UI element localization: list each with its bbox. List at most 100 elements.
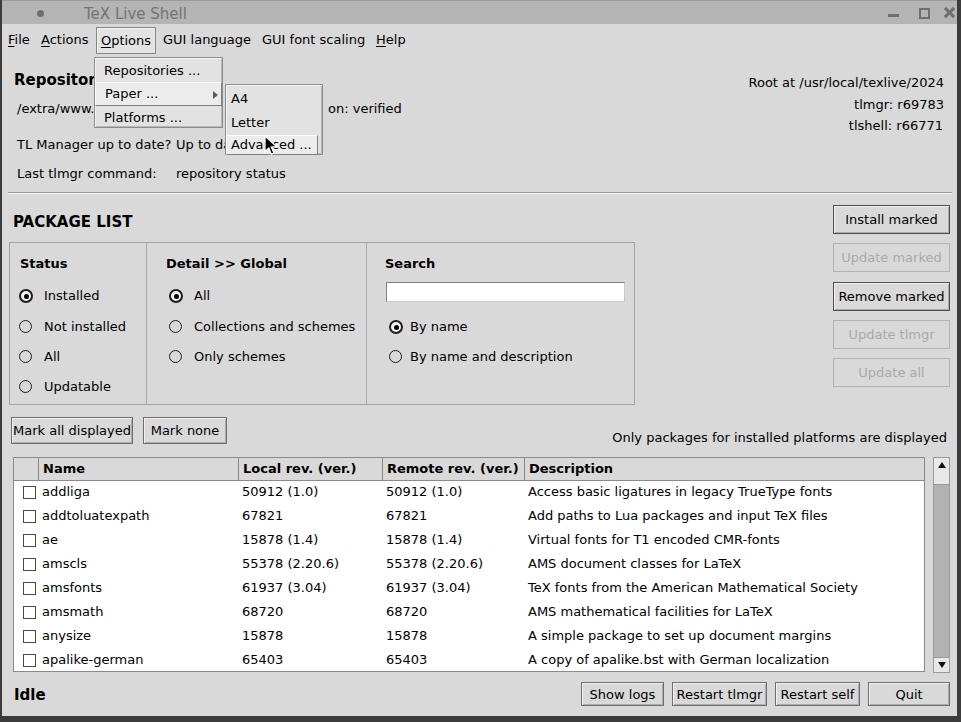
menu-actions[interactable]: Actions: [41, 24, 89, 56]
mark-all-displayed-button[interactable]: Mark all displayed: [11, 417, 133, 444]
mark-none-button[interactable]: Mark none: [143, 417, 227, 444]
radio-only-schemes-label: Only schemes: [194, 349, 286, 364]
show-logs-button[interactable]: Show logs: [581, 682, 664, 706]
package-table: Name Local rev. (ver.) Remote rev. (ver.…: [13, 457, 925, 672]
platforms-note: Only packages for installed platforms ar…: [612, 430, 947, 445]
header-name[interactable]: Name: [38, 458, 238, 480]
radio-installed[interactable]: [19, 289, 33, 303]
row-checkbox[interactable]: [23, 654, 36, 667]
window-border: [0, 0, 2, 722]
separator: [8, 192, 952, 194]
menu-item-a4[interactable]: A4: [227, 87, 323, 111]
radio-all[interactable]: [19, 350, 32, 363]
table-row[interactable]: addtoluatexpath 67821 67821 Add paths to…: [14, 504, 924, 528]
update-tlmgr-button[interactable]: Update tlmgr: [833, 320, 950, 349]
status-text: Idle: [14, 686, 46, 704]
remove-marked-button[interactable]: Remove marked: [833, 282, 950, 311]
options-menu: Repositories ... Paper ... Platforms ...: [94, 57, 223, 128]
radio-not-installed[interactable]: [19, 320, 32, 333]
menu-gui-font-scaling[interactable]: GUI font scaling: [262, 24, 365, 56]
radio-collections-schemes[interactable]: [169, 320, 182, 333]
scroll-down-icon[interactable]: [934, 657, 949, 672]
table-row[interactable]: amscls 55378 (2.20.6) 55378 (2.20.6) AMS…: [14, 552, 924, 576]
menu-gui-language[interactable]: GUI language: [163, 24, 251, 56]
window-border: [957, 0, 961, 722]
header-description[interactable]: Description: [524, 458, 924, 480]
package-list-heading: PACKAGE LIST: [13, 213, 132, 231]
radio-not-installed-label: Not installed: [44, 319, 126, 334]
last-tlmgr-command-label: Last tlmgr command:: [17, 166, 157, 181]
radio-by-name-description-label: By name and description: [410, 349, 573, 364]
menu-file[interactable]: File: [8, 24, 30, 56]
window-border: [0, 0, 961, 1]
title-bar: TeX Live Shell: [2, 1, 957, 24]
table-row[interactable]: apalike-german 65403 65403 A copy of apa…: [14, 648, 924, 672]
row-checkbox[interactable]: [23, 534, 36, 547]
scroll-up-icon[interactable]: [934, 458, 949, 473]
radio-by-name-description[interactable]: [389, 350, 402, 363]
header-checkbox-column: [14, 458, 38, 480]
repository-heading: Repository: [14, 71, 106, 89]
app-icon: [37, 10, 44, 17]
maximize-icon[interactable]: [919, 8, 930, 19]
quit-button[interactable]: Quit: [868, 682, 950, 706]
tlmgr-revision: tlmgr: r69783: [854, 97, 944, 112]
radio-all-label: All: [44, 349, 60, 364]
minimize-icon[interactable]: [888, 14, 899, 17]
repository-verification: on: verified: [328, 101, 402, 116]
scrollbar-thumb[interactable]: [934, 472, 949, 485]
radio-collections-schemes-label: Collections and schemes: [194, 319, 355, 334]
table-scrollbar[interactable]: [933, 457, 950, 673]
menu-options[interactable]: Options: [96, 27, 156, 54]
detail-title: Detail >> Global: [166, 256, 287, 271]
table-header: Name Local rev. (ver.) Remote rev. (ver.…: [14, 458, 924, 481]
restart-self-button[interactable]: Restart self: [775, 682, 860, 706]
close-icon[interactable]: [943, 7, 954, 18]
table-row[interactable]: ae 15878 (1.4) 15878 (1.4) Virtual fonts…: [14, 528, 924, 552]
tlshell-revision: tlshell: r66771: [849, 118, 943, 133]
row-checkbox[interactable]: [23, 630, 36, 643]
radio-updatable-label: Updatable: [44, 379, 111, 394]
radio-detail-all-label: All: [194, 288, 210, 303]
search-input[interactable]: [386, 282, 625, 302]
row-checkbox[interactable]: [23, 606, 36, 619]
radio-only-schemes[interactable]: [169, 350, 182, 363]
root-path: Root at /usr/local/texlive/2024: [748, 75, 944, 90]
row-checkbox[interactable]: [23, 558, 36, 571]
tl-manager-up-to-date-label: TL Manager up to date?: [17, 137, 171, 152]
install-marked-button[interactable]: Install marked: [833, 205, 950, 234]
menu-item-platforms[interactable]: Platforms ...: [96, 106, 229, 130]
table-row[interactable]: anysize 15878 15878 A simple package to …: [14, 624, 924, 648]
window: TeX Live Shell File Actions Options GUI …: [0, 0, 961, 722]
filter-panel: Status Detail >> Global Search Installed…: [9, 242, 635, 405]
radio-detail-all[interactable]: [169, 289, 183, 303]
submenu-arrow-icon: [213, 91, 218, 99]
menu-item-repositories[interactable]: Repositories ...: [96, 59, 229, 83]
update-marked-button[interactable]: Update marked: [833, 243, 950, 272]
last-tlmgr-command-value: repository status: [176, 166, 286, 181]
menu-help[interactable]: Help: [376, 24, 406, 56]
table-row[interactable]: amsmath 68720 68720 AMS mathematical fac…: [14, 600, 924, 624]
repository-url: /extra/www.: [17, 101, 94, 116]
divider: [366, 243, 367, 404]
search-title: Search: [385, 256, 435, 271]
menu-item-letter[interactable]: Letter: [227, 111, 323, 135]
header-remote-rev[interactable]: Remote rev. (ver.): [382, 458, 524, 480]
radio-updatable[interactable]: [19, 380, 32, 393]
radio-by-name[interactable]: [389, 320, 403, 334]
menu-item-paper[interactable]: Paper ...: [95, 82, 222, 106]
radio-by-name-label: By name: [410, 319, 468, 334]
restart-tlmgr-button[interactable]: Restart tlmgr: [672, 682, 767, 706]
header-local-rev[interactable]: Local rev. (ver.): [238, 458, 382, 480]
radio-installed-label: Installed: [44, 288, 99, 303]
window-title: TeX Live Shell: [84, 5, 187, 23]
mouse-cursor: [264, 135, 280, 157]
table-row[interactable]: amsfonts 61937 (3.04) 61937 (3.04) TeX f…: [14, 576, 924, 600]
update-all-button[interactable]: Update all: [833, 358, 950, 387]
window-border: [0, 716, 961, 722]
row-checkbox[interactable]: [23, 486, 36, 499]
row-checkbox[interactable]: [23, 582, 36, 595]
table-row[interactable]: addliga 50912 (1.0) 50912 (1.0) Access b…: [14, 480, 924, 504]
divider: [146, 243, 147, 404]
row-checkbox[interactable]: [23, 510, 36, 523]
